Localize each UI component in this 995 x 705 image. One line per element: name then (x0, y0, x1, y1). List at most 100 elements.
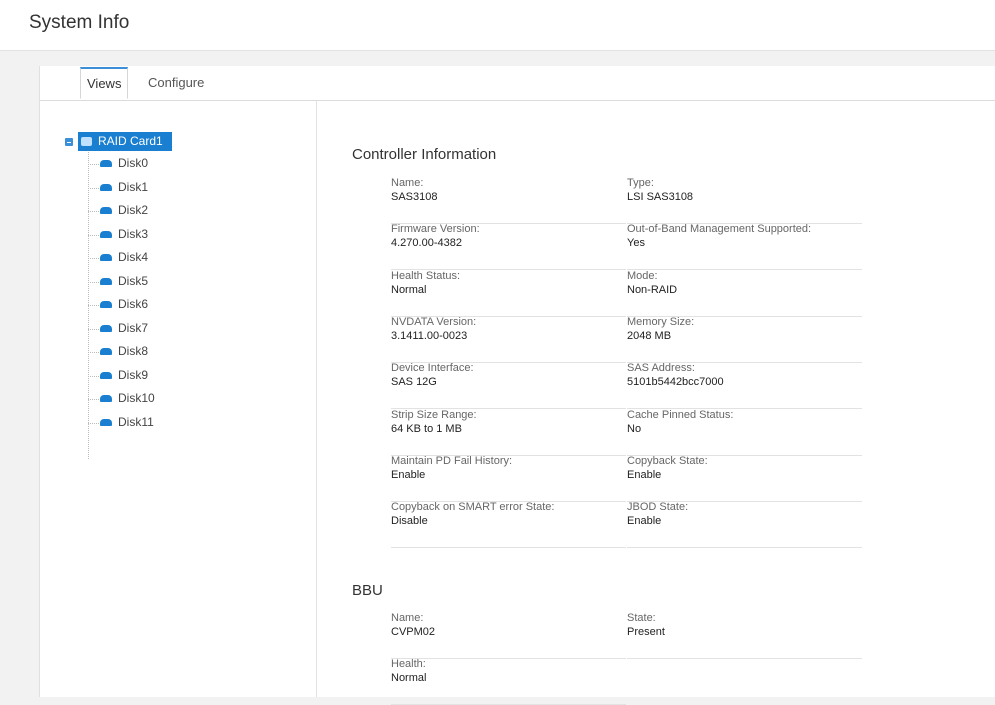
main-panel: Views Configure RAID Card1 Disk0 Disk1 Dis… (39, 66, 995, 705)
tree-branch-line (88, 258, 99, 259)
page-title: System Info (29, 12, 130, 33)
disk-icon (100, 371, 112, 380)
field-label: Cache Pinned Status: (627, 408, 734, 421)
info-field: Strip Size Range: 64 KB to 1 MB (391, 409, 626, 456)
tree-item-label: Disk1 (118, 179, 149, 194)
info-field: Mode: Non-RAID (627, 270, 862, 317)
info-field: Copyback State: Enable (627, 455, 862, 502)
info-field: Health: Normal (391, 658, 626, 705)
controller-info-title: Controller Information (352, 146, 497, 163)
info-field: Memory Size: 2048 MB (627, 316, 862, 363)
field-value: Non-RAID (627, 283, 678, 296)
tree-branch-line (88, 422, 99, 424)
disk-icon (100, 207, 112, 215)
info-field: State: Present (627, 612, 862, 659)
disk-icon (100, 230, 112, 239)
bbu-title: BBU (352, 582, 383, 599)
field-value: No (627, 422, 642, 435)
tab-bar: Views Configure (40, 66, 995, 101)
disk-icon (100, 348, 112, 356)
field-value: SAS 12G (391, 376, 437, 389)
field-value: SAS3108 (391, 191, 438, 203)
field-label: JBOD State: (627, 501, 689, 514)
disk-icon (100, 254, 112, 262)
field-value: Enable (627, 468, 662, 481)
field-label: Maintain PD Fail History: (391, 454, 513, 467)
tree-root-label: RAID Card1 (98, 134, 163, 148)
tree-item-label: Disk2 (118, 203, 149, 217)
tab-configure[interactable]: Configure (142, 68, 210, 98)
tree-item-label: Disk4 (118, 250, 149, 264)
disk-icon (100, 418, 112, 427)
field-label: State: (627, 612, 656, 624)
field-label: Mode: (627, 269, 658, 282)
field-label: Copyback State: (627, 454, 708, 467)
info-field: Copyback on SMART error State: Disable (391, 501, 626, 549)
tree-branch-line (88, 211, 99, 212)
field-value: Yes (627, 237, 645, 250)
info-field: Firmware Version: 4.270.00-4382 (391, 223, 626, 271)
info-field: Health Status: Normal (391, 270, 626, 317)
field-value: 4.270.00-4382 (391, 237, 462, 250)
field-label: Health Status: (391, 269, 461, 282)
collapse-icon[interactable] (65, 138, 73, 146)
disk-icon (100, 160, 112, 168)
field-label: Device Interface: (391, 362, 474, 375)
tree-branch-line (88, 281, 99, 283)
field-value: CVPM02 (391, 626, 436, 638)
field-label: Type: (627, 177, 654, 189)
raid-card-icon (81, 137, 92, 146)
tree-item-label: Disk0 (118, 156, 149, 170)
tree-branch-line (88, 328, 99, 330)
tree-branch-line (88, 399, 99, 400)
tree-branch-line (88, 234, 99, 236)
tree-branch-line (88, 187, 99, 189)
tree-item-label: Disk5 (118, 273, 149, 288)
field-label: Out-of-Band Management Supported: (627, 223, 812, 236)
field-label: Memory Size: (627, 315, 695, 328)
field-value: Normal (391, 283, 427, 296)
field-value: Normal (391, 672, 427, 685)
field-label: Name: (391, 612, 424, 624)
tree-item-label: Disk6 (118, 297, 149, 311)
tree-branch-line (88, 305, 99, 306)
field-label: SAS Address: (627, 362, 695, 375)
field-label: Strip Size Range: (391, 408, 477, 421)
info-field: Maintain PD Fail History: Enable (391, 455, 626, 502)
field-label: Firmware Version: (391, 223, 480, 236)
field-value: 3.1411.00-0023 (391, 329, 468, 342)
field-value: Enable (391, 468, 426, 481)
tree-root-raid-card[interactable]: RAID Card1 (78, 132, 172, 151)
field-value: Present (627, 626, 665, 638)
info-field: Name: SAS3108 (391, 177, 626, 224)
tree-item-label: Disk11 (118, 414, 154, 429)
tree-item-label: Disk10 (118, 391, 155, 405)
tree-pane: RAID Card1 Disk0 Disk1 Disk2 Disk3 Disk4 Disk… (40, 101, 317, 697)
tree-item-label: Disk8 (118, 344, 149, 358)
field-value: Disable (391, 515, 428, 528)
disk-icon (100, 324, 112, 333)
field-value: 2048 MB (627, 329, 672, 342)
field-value: 5101b5442bcc7000 (627, 376, 724, 389)
field-label: Copyback on SMART error State: (391, 501, 555, 514)
disk-icon (100, 277, 112, 286)
info-field: NVDATA Version: 3.1411.00-0023 (391, 316, 626, 363)
page-header: System Info (0, 0, 995, 51)
tree-item-label: Disk7 (118, 320, 149, 335)
tree-branch-line (88, 375, 99, 377)
tree-branch-line (88, 164, 99, 165)
field-label: Name: (391, 177, 424, 189)
field-label: Health: (391, 658, 426, 671)
tab-views[interactable]: Views (80, 67, 129, 99)
tree-item-label: Disk3 (118, 226, 149, 241)
info-field: Out-of-Band Management Supported: Yes (627, 223, 862, 271)
info-field: Name: CVPM02 (391, 612, 626, 659)
field-label: NVDATA Version: (391, 315, 477, 328)
field-value: LSI SAS3108 (627, 191, 694, 203)
info-field: Type: LSI SAS3108 (627, 177, 862, 224)
info-field: Cache Pinned Status: No (627, 409, 862, 456)
info-field: Device Interface: SAS 12G (391, 362, 626, 410)
disk-icon (100, 183, 112, 192)
disk-icon (100, 395, 112, 403)
field-value: Enable (627, 515, 662, 528)
